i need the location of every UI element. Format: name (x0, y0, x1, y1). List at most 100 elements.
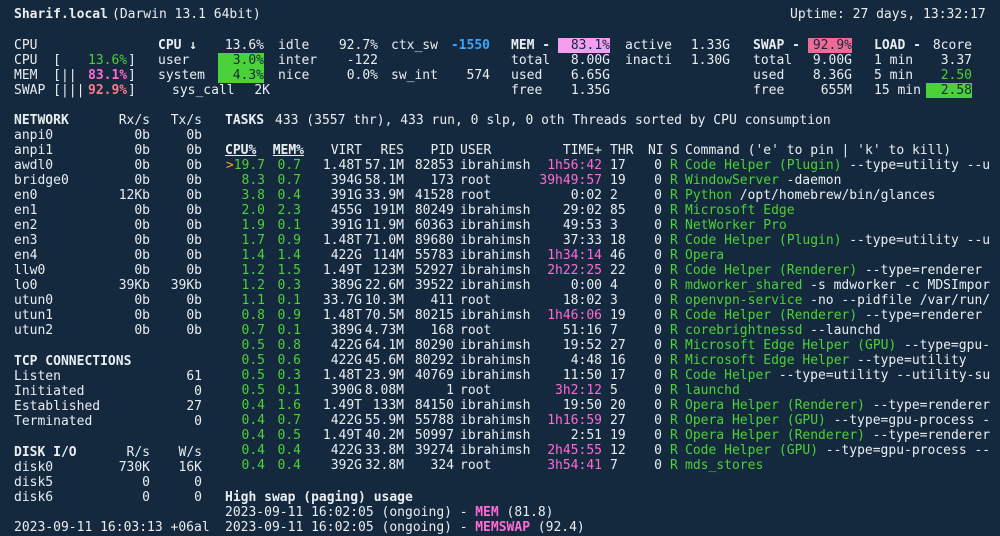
proc-res: 57.1M (364, 158, 404, 173)
disk-name: disk5 (14, 475, 54, 490)
proc-res: 40.2M (364, 428, 404, 443)
network-tx: 39Kb (170, 278, 202, 293)
header-thr: THR (610, 143, 634, 158)
header-mem: MEM% (272, 143, 304, 158)
proc-args: --type=gpu-process -- (817, 443, 991, 458)
proc-command: Opera (685, 248, 725, 263)
proc-res: 11.9M (364, 218, 404, 233)
proc-pid: 89680 (414, 233, 454, 248)
proc-res: 22.6M (364, 278, 404, 293)
network-tx: 0b (186, 293, 202, 308)
header-status: S (670, 143, 678, 158)
proc-res: 70.5M (364, 308, 404, 323)
proc-mem: 0.4 (277, 458, 301, 473)
mem-title: MEM - (511, 38, 551, 53)
proc-nice: 0 (654, 458, 662, 473)
tcp-state: Initiated (14, 384, 85, 399)
proc-res: 71.0M (364, 233, 404, 248)
tcp-count: 27 (186, 399, 202, 414)
proc-user: ibrahimsh (460, 428, 531, 443)
proc-cpu: 1.1 (241, 293, 265, 308)
proc-command: Code Helper (GPU) (685, 443, 819, 458)
proc-res: 55.9M (364, 413, 404, 428)
network-rx: 0b (134, 218, 150, 233)
proc-time: 1h46:06 (547, 308, 602, 323)
disk-name: disk0 (14, 460, 54, 475)
proc-threads: 3 (610, 218, 618, 233)
proc-args: --type=utility --u (841, 233, 991, 248)
proc-cpu: 1.9 (241, 218, 265, 233)
alert-value: (92.4) (529, 520, 585, 535)
proc-args: --type=utility --utility-su (771, 368, 991, 383)
proc-cpu: 1.2 (241, 263, 265, 278)
proc-virt: 392G (330, 458, 362, 473)
proc-cpu: 0.5 (241, 353, 265, 368)
proc-status: R (670, 188, 678, 203)
cpu-title: CPU ↓ (158, 38, 198, 53)
network-rx: 0b (134, 173, 150, 188)
mem-used: 6.65G (570, 68, 610, 83)
quicklook-close: ] (128, 53, 136, 68)
network-interface: awdl0 (14, 158, 54, 173)
proc-cpu: 2.0 (241, 203, 265, 218)
proc-command: Python (685, 188, 732, 203)
proc-command: corebrightnessd (685, 323, 803, 338)
proc-mem: 1.4 (277, 248, 301, 263)
cpu-ctx: -1550 (450, 38, 490, 53)
proc-status: R (670, 218, 678, 233)
proc-status: R (670, 263, 678, 278)
proc-pid: 84150 (414, 398, 454, 413)
load-15min: 2.58 (926, 83, 972, 98)
proc-virt: 422G (330, 413, 362, 428)
proc-args: --type=renderer (864, 398, 991, 413)
proc-user: ibrahimsh (460, 308, 531, 323)
tcp-count: 61 (186, 369, 202, 384)
proc-nice: 0 (654, 338, 662, 353)
disk-read: 730K (118, 460, 150, 475)
proc-res: 123M (372, 263, 404, 278)
proc-virt: 1.49T (322, 263, 362, 278)
cpu-total: 13.6% (224, 38, 264, 53)
mem-pct: 83.1% (558, 38, 610, 53)
cpu-inter-label: inter (278, 53, 318, 68)
proc-nice: 0 (654, 248, 662, 263)
proc-nice: 0 (654, 353, 662, 368)
proc-time: 0:00 (570, 278, 602, 293)
mem-free-label: free (511, 83, 543, 98)
proc-virt: 1.48T (322, 158, 362, 173)
proc-virt: 422G (330, 353, 362, 368)
cpu-user: 3.0% (218, 53, 264, 68)
proc-args: --type=utility --u (841, 158, 991, 173)
proc-mem: 0.4 (277, 443, 301, 458)
proc-mem: 1.6 (277, 398, 301, 413)
proc-threads: 17 (610, 368, 626, 383)
proc-res: 58.1M (364, 173, 404, 188)
proc-threads: 19 (610, 173, 626, 188)
proc-user: root (460, 173, 492, 188)
proc-threads: 46 (610, 248, 626, 263)
hostname: Sharif.local (14, 7, 108, 22)
header-command: Command ('e' to pin | 'k' to kill) (685, 143, 952, 158)
proc-status: R (670, 293, 678, 308)
proc-time: 19:52 (562, 338, 602, 353)
mem-inact-label: inacti (625, 53, 672, 68)
proc-nice: 0 (654, 308, 662, 323)
disk-write: 0 (194, 475, 202, 490)
proc-virt: 422G (330, 338, 362, 353)
proc-user: ibrahimsh (460, 263, 531, 278)
network-interface: en4 (14, 248, 38, 263)
quicklook-cpu-pct: 13.6% (88, 53, 128, 68)
proc-nice: 0 (654, 443, 662, 458)
proc-args: --type=renderer (857, 263, 983, 278)
proc-time: 11:50 (562, 368, 602, 383)
proc-command: Microsoft Edge Helper (685, 353, 850, 368)
disk-name: disk6 (14, 490, 54, 505)
cpu-inter: -122 (346, 53, 378, 68)
proc-args: --launchd (802, 323, 881, 338)
proc-user: ibrahimsh (460, 233, 531, 248)
proc-res: 10.3M (364, 293, 404, 308)
proc-cpu: 0.5 (241, 338, 265, 353)
proc-status: R (670, 413, 678, 428)
proc-pid: 324 (430, 458, 454, 473)
proc-virt: 391G (330, 188, 362, 203)
